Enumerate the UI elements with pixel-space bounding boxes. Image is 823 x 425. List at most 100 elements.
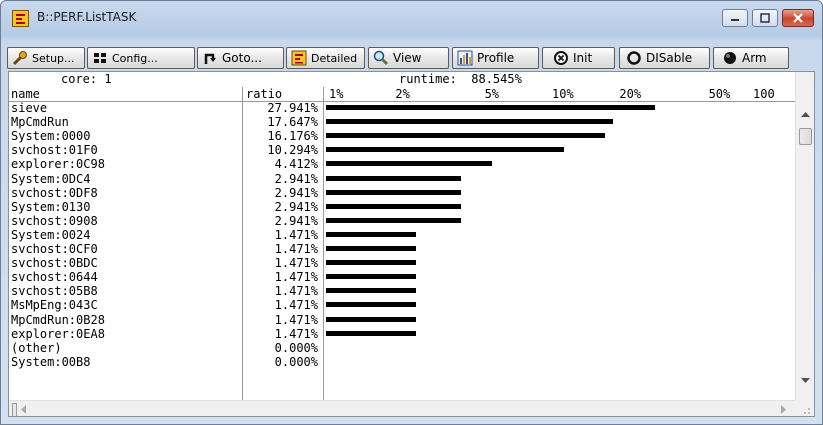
task-row[interactable]: explorer:0C98 4.412% <box>9 158 795 171</box>
ratio-bar <box>326 203 462 209</box>
ratio-bar <box>326 119 613 125</box>
ratio-column-header[interactable]: ratio <box>246 87 282 101</box>
task-row[interactable]: System:0024 1.471% <box>9 227 795 242</box>
task-name: MpCmdRun:0B28 <box>11 312 105 327</box>
close-button[interactable] <box>782 9 814 27</box>
arm-button[interactable]: Arm <box>713 47 789 69</box>
maximize-icon <box>760 13 770 23</box>
task-row[interactable]: (other) 0.000% <box>9 340 795 355</box>
task-ratio: 1.471% <box>274 312 318 327</box>
task-row[interactable]: System:0000 16.176% <box>9 130 795 143</box>
task-row[interactable]: MpCmdRun:0B28 1.471% <box>9 312 795 327</box>
vertical-scroll-thumb[interactable] <box>799 128 812 145</box>
disable-button[interactable]: DISable <box>619 47 710 69</box>
scroll-right-icon[interactable] <box>781 405 787 414</box>
task-row[interactable]: explorer:0EA8 1.471% <box>9 326 795 341</box>
scroll-left-icon[interactable] <box>21 405 27 414</box>
horizontal-scrollbar[interactable] <box>9 400 795 416</box>
ratio-bar <box>326 288 416 294</box>
task-name: System:0000 <box>11 129 91 144</box>
task-ratio: 1.471% <box>274 284 318 299</box>
column-header[interactable]: name ratio 1% 2% 5% 10% 20% 50% 100 <box>9 87 795 102</box>
window-title: B::PERF.ListTASK <box>37 10 137 24</box>
ratio-bar <box>326 133 605 139</box>
arm-label: Arm <box>742 51 767 65</box>
ratio-bar <box>326 175 462 181</box>
config-button[interactable]: Config... <box>87 47 195 69</box>
task-ratio: 27.941% <box>267 101 318 115</box>
maximize-button[interactable] <box>752 9 778 27</box>
scroll-up-icon[interactable] <box>801 112 810 118</box>
task-name: explorer:0EA8 <box>11 326 105 341</box>
task-ratio: 0.000% <box>274 340 318 355</box>
task-name: System:0024 <box>11 227 91 242</box>
minimize-button[interactable] <box>722 9 748 27</box>
task-row[interactable]: svchost:0644 1.471% <box>9 271 795 284</box>
init-button[interactable]: Init <box>542 47 615 69</box>
ratio-bar <box>326 147 564 153</box>
detailed-label: Detailed <box>311 51 358 65</box>
magnifier-icon <box>373 50 389 66</box>
task-ratio: 2.941% <box>274 171 318 186</box>
setup-label: Setup... <box>32 51 75 65</box>
task-name: svchost:0BDC <box>11 256 98 271</box>
task-row[interactable]: svchost:0DF8 2.941% <box>9 186 795 200</box>
profile-button[interactable]: Profile <box>452 47 539 69</box>
disable-label: DISable <box>646 51 693 65</box>
setup-button[interactable]: Setup... <box>7 47 85 69</box>
ratio-bar <box>326 274 416 280</box>
task-ratio: 10.294% <box>267 143 318 158</box>
detailed-button[interactable]: Detailed <box>286 47 365 69</box>
wrench-icon <box>12 50 28 66</box>
task-row[interactable]: System:0DC4 2.941% <box>9 171 795 186</box>
scale-tick-label: 5% <box>484 87 500 101</box>
scale-tick-label: 100 <box>753 87 775 101</box>
task-name: System:00B8 <box>11 354 91 369</box>
ratio-bar <box>326 316 416 322</box>
goto-button[interactable]: Goto... <box>197 47 284 69</box>
task-row[interactable]: svchost:0CF0 1.471% <box>9 243 795 256</box>
task-row[interactable]: MsMpEng:043C 1.471% <box>9 299 795 312</box>
name-column-header[interactable]: name <box>11 87 40 101</box>
bar-chart-icon <box>457 50 473 66</box>
resize-grip[interactable] <box>795 400 814 416</box>
view-button[interactable]: View <box>368 47 449 69</box>
goto-label: Goto... <box>222 51 262 65</box>
ratio-bar <box>326 260 416 266</box>
horizontal-scroll-thumb[interactable] <box>12 403 17 416</box>
vertical-scrollbar[interactable] <box>795 72 814 400</box>
summary-header: core: 1 runtime: 88.545% <box>9 72 795 86</box>
ratio-bar <box>326 217 462 223</box>
task-ratio: 16.176% <box>267 129 318 144</box>
trace32-app-icon <box>12 10 29 27</box>
task-name: MpCmdRun <box>11 115 69 130</box>
core-label: core: 1 <box>61 72 112 86</box>
task-row[interactable]: svchost:0908 2.941% <box>9 213 795 228</box>
ratio-bar <box>326 231 416 237</box>
scale-tick-label: 2% <box>395 87 410 101</box>
task-row[interactable]: System:00B8 0.000% <box>9 354 795 369</box>
task-row[interactable]: svchost:0BDC 1.471% <box>9 257 795 270</box>
init-cross-icon <box>553 50 569 66</box>
task-row[interactable]: sieve 27.941% <box>9 102 795 115</box>
title-bar[interactable]: B::PERF.ListTASK <box>1 1 822 37</box>
task-row[interactable]: MpCmdRun 17.647% <box>9 116 795 129</box>
scroll-down-icon[interactable] <box>801 378 810 384</box>
task-name: svchost:01F0 <box>11 143 98 158</box>
task-name: svchost:05B8 <box>11 284 98 299</box>
task-name: System:0DC4 <box>11 171 91 186</box>
scale-tick-label: 10% <box>552 87 574 101</box>
view-label: View <box>393 51 422 65</box>
runtime-label: runtime: 88.545% <box>399 72 522 86</box>
task-row[interactable]: svchost:05B8 1.471% <box>9 285 795 298</box>
disable-circle-icon <box>626 50 642 66</box>
task-name: svchost:0908 <box>11 213 98 228</box>
task-ratio: 2.941% <box>274 199 318 214</box>
ratio-bar <box>326 302 416 308</box>
detailed-icon <box>291 50 307 66</box>
task-name: explorer:0C98 <box>11 157 105 172</box>
task-row[interactable]: System:0130 2.941% <box>9 199 795 214</box>
task-row[interactable]: svchost:01F0 10.294% <box>9 144 795 157</box>
ratio-bar <box>326 105 656 110</box>
task-name: (other) <box>11 340 62 355</box>
